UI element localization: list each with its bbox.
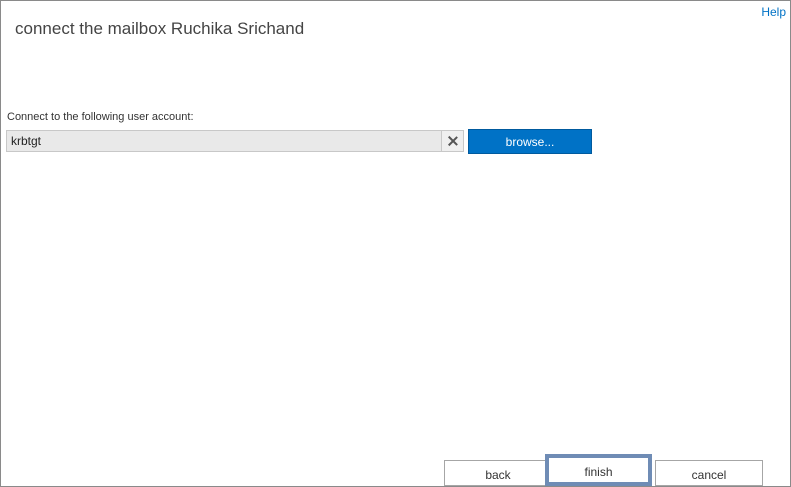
back-button[interactable]: back <box>444 460 552 486</box>
browse-button[interactable]: browse... <box>468 129 592 154</box>
user-account-field <box>6 130 464 152</box>
connect-mailbox-dialog: Help connect the mailbox Ruchika Srichan… <box>0 0 791 487</box>
user-account-input[interactable] <box>7 131 443 151</box>
help-link[interactable]: Help <box>761 5 786 19</box>
cancel-button[interactable]: cancel <box>655 460 763 486</box>
page-title: connect the mailbox Ruchika Srichand <box>15 19 305 38</box>
close-icon <box>448 136 458 146</box>
user-account-label: Connect to the following user account: <box>7 111 194 123</box>
finish-button[interactable]: finish <box>545 454 652 486</box>
clear-button[interactable] <box>441 131 463 151</box>
